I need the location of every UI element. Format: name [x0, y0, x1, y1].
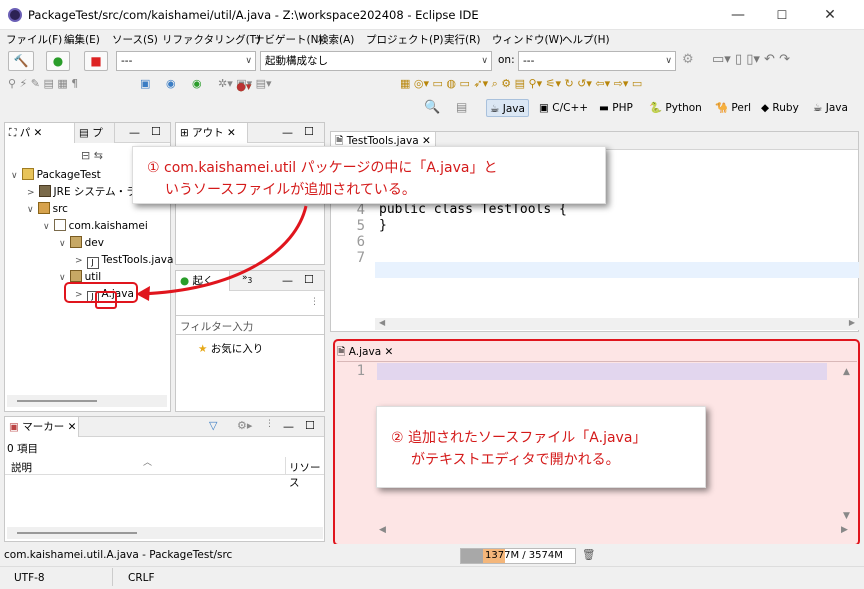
- callout-arrow: [136, 205, 308, 301]
- encoding: UTF-8: [14, 572, 45, 584]
- callout-2: ② 追加されたソースファイル「A.java」 がテキストエディタで開かれる。: [376, 406, 706, 488]
- line-delimiter: CRLF: [128, 572, 155, 584]
- heap-status[interactable]: 1377M / 3574M: [460, 548, 576, 564]
- status-path: com.kaishamei.util.A.java - PackageTest/…: [4, 549, 233, 561]
- status-bar: com.kaishamei.util.A.java - PackageTest/…: [0, 544, 864, 589]
- garbage-collect-icon[interactable]: 🗑: [582, 548, 595, 561]
